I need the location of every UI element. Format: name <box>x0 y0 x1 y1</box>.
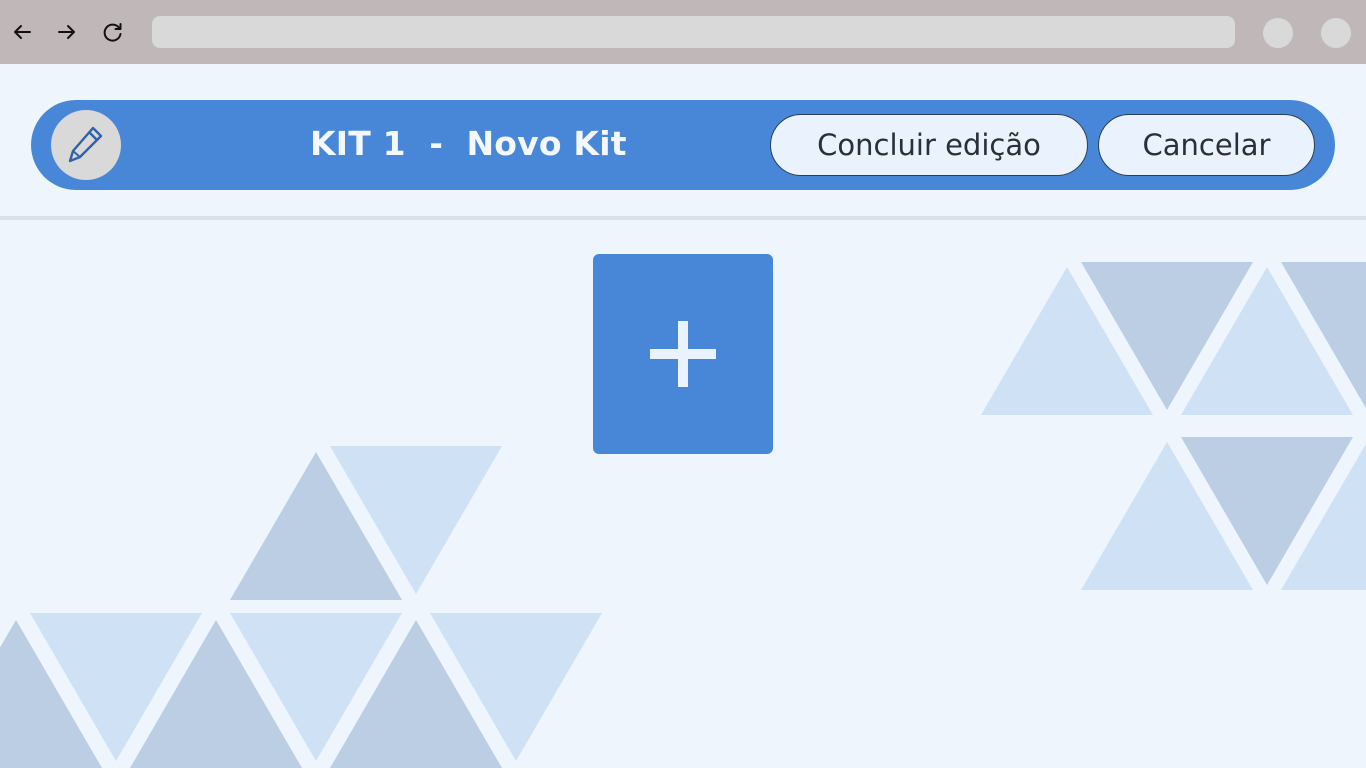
add-item-button[interactable] <box>593 254 773 454</box>
arrow-right-icon <box>58 25 75 39</box>
forward-button[interactable] <box>51 16 83 48</box>
plus-icon <box>650 321 716 387</box>
back-button[interactable] <box>6 16 38 48</box>
edit-kit-button[interactable] <box>51 110 121 180</box>
pencil-icon <box>68 126 103 163</box>
page-content: KIT 1 - Novo Kit Concluir edição Cancela… <box>0 64 1366 768</box>
arrow-left-icon <box>14 25 31 39</box>
cancel-button[interactable]: Cancelar <box>1098 114 1315 176</box>
browser-menu-button-1[interactable] <box>1263 18 1293 48</box>
browser-menu-button-2[interactable] <box>1321 18 1351 48</box>
reload-icon <box>103 23 122 42</box>
header-divider <box>0 216 1366 220</box>
address-bar[interactable] <box>152 16 1235 48</box>
reload-button[interactable] <box>97 16 129 48</box>
finish-editing-button[interactable]: Concluir edição <box>770 114 1088 176</box>
kit-header-bar: KIT 1 - Novo Kit Concluir edição Cancela… <box>31 100 1335 190</box>
kit-title: KIT 1 - Novo Kit <box>310 124 627 163</box>
browser-toolbar <box>0 0 1366 64</box>
